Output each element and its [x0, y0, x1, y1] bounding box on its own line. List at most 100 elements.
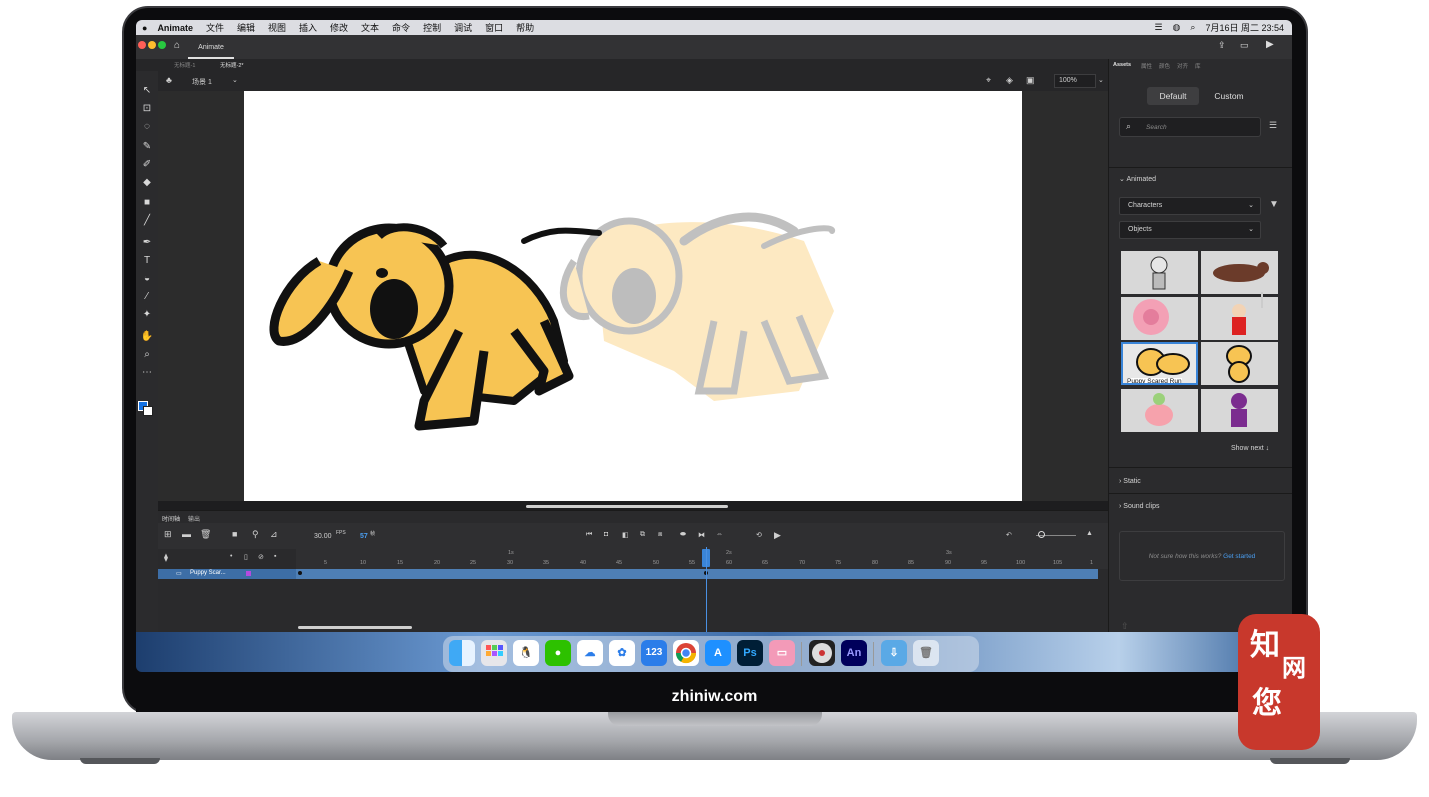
- menu-edit[interactable]: 编辑: [237, 21, 255, 34]
- asset-thumb-werewolf[interactable]: [1201, 251, 1278, 294]
- asset-thumb-snail[interactable]: [1121, 297, 1198, 340]
- zoom-chevron-down-icon[interactable]: ⌄: [1098, 76, 1104, 84]
- menu-window[interactable]: 窗口: [485, 21, 503, 34]
- new-folder-icon[interactable]: ▬: [182, 529, 191, 539]
- layer-row[interactable]: ▭ Puppy Scar...: [158, 569, 296, 579]
- doc-tab-2[interactable]: 无标题-2*: [220, 61, 244, 69]
- new-layer-icon[interactable]: ⊞: [164, 529, 172, 540]
- layers-icon[interactable]: ⧫: [164, 553, 168, 562]
- zoom-slider-handle[interactable]: [1038, 531, 1045, 538]
- menu-commands[interactable]: 命令: [392, 21, 410, 34]
- menu-debug[interactable]: 调试: [454, 21, 472, 34]
- graph-icon[interactable]: ⊿: [270, 529, 278, 540]
- menu-modify[interactable]: 修改: [330, 21, 348, 34]
- qq-icon[interactable]: 🐧: [513, 640, 539, 666]
- search-input[interactable]: ⌕ Search: [1119, 117, 1261, 137]
- tab-assets[interactable]: Assets: [1113, 62, 1131, 68]
- eraser-tool-icon[interactable]: ◆: [140, 177, 154, 189]
- home-icon[interactable]: ⌂: [174, 40, 180, 51]
- scene-label[interactable]: 场景 1: [192, 77, 212, 87]
- ps-icon[interactable]: Ps: [737, 640, 763, 666]
- first-frame-icon[interactable]: ⏮: [586, 531, 592, 539]
- menu-control[interactable]: 控制: [423, 21, 441, 34]
- photos-icon[interactable]: ✿: [609, 640, 635, 666]
- menu-app-name[interactable]: Animate: [157, 23, 193, 33]
- objects-dropdown[interactable]: Objects ⌄: [1119, 221, 1261, 239]
- more-tools-icon[interactable]: ⋯: [140, 367, 154, 379]
- text-tool-icon[interactable]: T: [140, 255, 154, 267]
- paint-brush-tool-icon[interactable]: ✐: [140, 159, 154, 171]
- play-icon[interactable]: ▶: [774, 530, 781, 541]
- rectangle-tool-icon[interactable]: ■: [140, 197, 154, 209]
- frame-ruler[interactable]: 1s 2s 3s 5 10 15 20 25 30 35 40 45 50 55…: [296, 549, 1108, 569]
- menu-file[interactable]: 文件: [206, 21, 224, 34]
- minimize-window-button[interactable]: [148, 41, 156, 49]
- workspace-icon[interactable]: ▭: [1240, 40, 1249, 51]
- visibility-icon[interactable]: ⊘: [258, 553, 264, 561]
- shape-tween-icon[interactable]: ⧓: [698, 531, 705, 539]
- eyedropper-tool-icon[interactable]: ⁄: [140, 291, 154, 303]
- onion-skin-icon[interactable]: ⧉: [640, 531, 645, 539]
- close-window-button[interactable]: [138, 41, 146, 49]
- outline-icon[interactable]: ▯: [244, 553, 248, 561]
- finder-icon[interactable]: [449, 640, 475, 666]
- hand-tool-icon[interactable]: ✋: [140, 331, 154, 343]
- free-transform-tool-icon[interactable]: ⊡: [140, 103, 154, 115]
- wechat-status-icon[interactable]: ◍: [1173, 22, 1181, 33]
- section-sound-clips[interactable]: › Sound clips: [1119, 503, 1159, 510]
- parenting-icon[interactable]: ⚲: [252, 529, 259, 540]
- control-center-icon[interactable]: ☰: [1154, 22, 1162, 33]
- an-icon[interactable]: An: [841, 640, 867, 666]
- asset-thumb-ninja[interactable]: [1201, 389, 1278, 432]
- tab-timeline[interactable]: 时间轴: [162, 514, 180, 523]
- current-frame[interactable]: 57: [360, 533, 368, 540]
- chrome-icon[interactable]: [673, 640, 699, 666]
- filter-icon[interactable]: ▼: [1269, 199, 1279, 210]
- upload-icon[interactable]: ⇧: [1121, 621, 1129, 632]
- doc-tab-1[interactable]: 无标题-1: [174, 61, 195, 69]
- camera-icon[interactable]: ■: [232, 529, 237, 539]
- test-movie-icon[interactable]: ▶: [1266, 39, 1274, 50]
- show-next-link[interactable]: Show next ↓: [1231, 445, 1269, 452]
- apple-icon[interactable]: ●: [142, 23, 147, 33]
- menu-help[interactable]: 帮助: [516, 21, 534, 34]
- stage[interactable]: [244, 91, 1022, 501]
- tab-properties[interactable]: 属性: [1141, 62, 1152, 70]
- share-icon[interactable]: ⇪: [1218, 40, 1226, 51]
- get-started-link[interactable]: Get started: [1223, 553, 1255, 560]
- downloads-icon[interactable]: ⇩: [881, 640, 907, 666]
- frame-icon[interactable]: ▣: [1026, 75, 1035, 86]
- tween-icon[interactable]: ⬬: [680, 531, 686, 539]
- default-button[interactable]: Default: [1147, 87, 1199, 105]
- tab-library[interactable]: 库: [1195, 62, 1201, 70]
- selection-tool-icon[interactable]: ↖: [140, 85, 154, 97]
- dvd-icon[interactable]: [809, 640, 835, 666]
- lasso-tool-icon[interactable]: ◌: [140, 121, 154, 133]
- highlight-icon[interactable]: •: [230, 553, 232, 560]
- fill-color-swatch[interactable]: [143, 406, 153, 416]
- menu-text[interactable]: 文本: [361, 21, 379, 34]
- menu-insert[interactable]: 插入: [299, 21, 317, 34]
- edit-multiple-icon[interactable]: ⧈: [658, 531, 662, 539]
- asset-thumb-santa[interactable]: [1201, 297, 1278, 340]
- layer-frames[interactable]: [296, 569, 1098, 579]
- zoom-tool-icon[interactable]: ⌕: [140, 349, 154, 361]
- characters-dropdown[interactable]: Characters ⌄: [1119, 197, 1261, 215]
- wechat-icon[interactable]: ●: [545, 640, 571, 666]
- brush-tool-icon[interactable]: ✎: [140, 141, 154, 153]
- pin-tool-icon[interactable]: ✦: [140, 309, 154, 321]
- asset-thumb-puppy-scared-run[interactable]: Puppy Scared Run: [1121, 342, 1198, 385]
- assets-scrollbar[interactable]: [1261, 292, 1263, 308]
- paint-bucket-tool-icon[interactable]: ◒: [140, 273, 154, 285]
- tab-output[interactable]: 输出: [188, 514, 200, 523]
- tab-color[interactable]: 颜色: [1159, 62, 1170, 70]
- lock-icon[interactable]: ▪: [274, 553, 276, 560]
- zoom-input[interactable]: 100%: [1054, 74, 1096, 88]
- center-stage-icon[interactable]: ⌖: [986, 75, 991, 86]
- custom-button[interactable]: Custom: [1203, 87, 1255, 105]
- search-status-icon[interactable]: ⌕: [1190, 22, 1195, 33]
- chevron-down-icon[interactable]: ⌄: [232, 76, 238, 84]
- asset-thumb-zombie[interactable]: [1121, 251, 1198, 294]
- pen-tool-icon[interactable]: ✒: [140, 237, 154, 249]
- clip-icon[interactable]: ◈: [1006, 75, 1013, 86]
